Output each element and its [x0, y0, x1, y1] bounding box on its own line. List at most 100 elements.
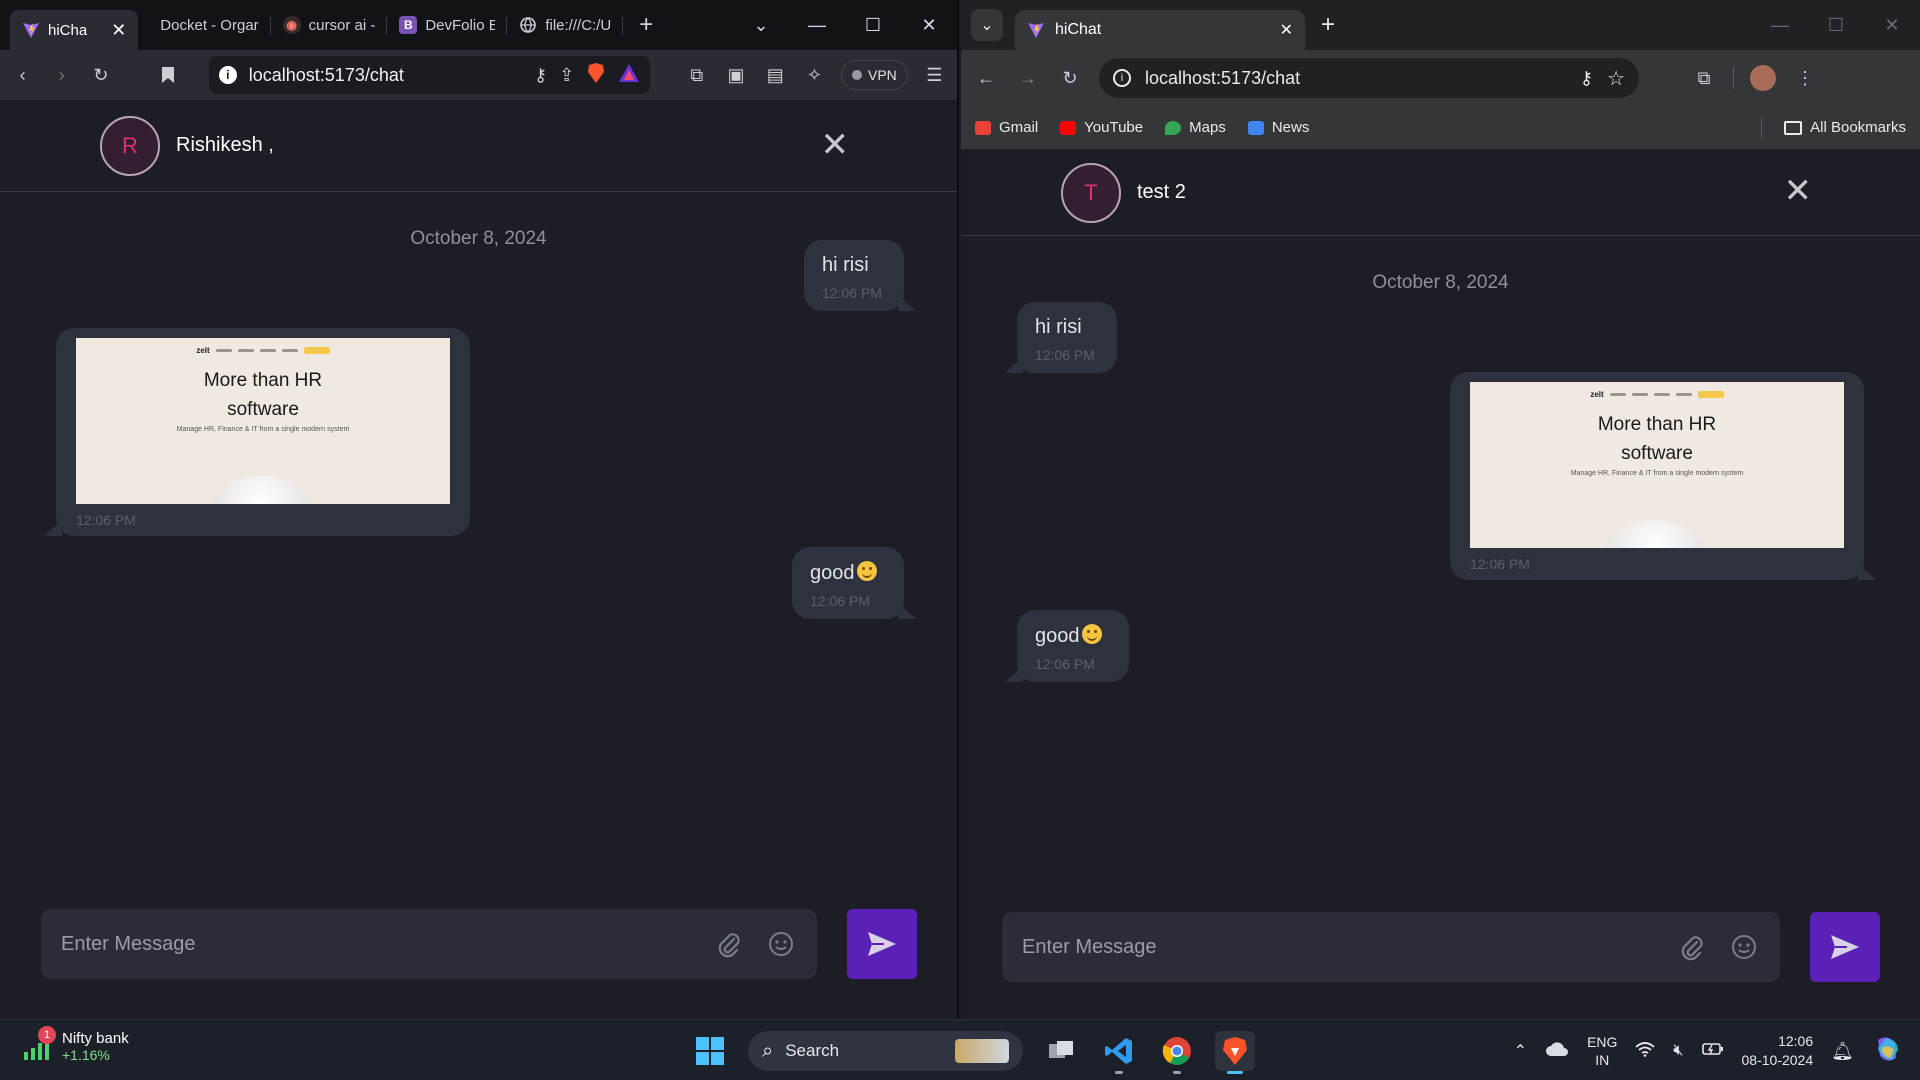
left-tab-strip: hiCha ✕ Docket - Orgar ◉ cursor ai - B D…: [0, 0, 957, 50]
star-bookmark-icon[interactable]: ☆: [1607, 66, 1625, 91]
preview-subline: Manage HR, Finance & IT from a single mo…: [1570, 470, 1744, 477]
attach-paperclip-icon[interactable]: [1676, 931, 1708, 963]
sidebar-icon[interactable]: ▣: [723, 62, 748, 88]
close-window-icon[interactable]: ✕: [901, 15, 957, 36]
send-button[interactable]: [1810, 912, 1880, 982]
close-chat-icon[interactable]: ✕: [1784, 174, 1813, 208]
close-window-icon[interactable]: ✕: [1864, 15, 1920, 36]
left-address-bar[interactable]: i localhost:5173/chat ⚷ ⇪: [208, 56, 651, 94]
taskbar-search[interactable]: ⌕ Search: [748, 1031, 1023, 1071]
preview-globe-graphic: [1600, 520, 1710, 548]
preview-headline: More than HR software: [1470, 410, 1844, 468]
url-text: localhost:5173/chat: [248, 64, 404, 85]
extensions-icon[interactable]: ⧉: [684, 62, 709, 88]
extensions-icon[interactable]: ⧉: [1691, 65, 1717, 91]
close-tab-icon[interactable]: ✕: [1280, 20, 1293, 40]
back-icon[interactable]: ‹: [10, 62, 35, 88]
left-tab-devfolio[interactable]: B DevFolio E: [387, 7, 508, 43]
brave-search-icon: ◉: [282, 16, 301, 34]
image-attachment[interactable]: zelt More than HR software Manage HR, Fi…: [1470, 382, 1844, 548]
minimize-icon[interactable]: —: [789, 15, 845, 36]
sticker-icon[interactable]: [765, 928, 797, 960]
leo-ai-icon[interactable]: ✧: [802, 62, 827, 88]
reload-icon[interactable]: ↻: [1057, 65, 1083, 91]
close-tab-icon[interactable]: ✕: [111, 20, 126, 41]
maximize-icon[interactable]: ☐: [845, 15, 901, 36]
left-tab-docket[interactable]: Docket - Orgar: [138, 7, 271, 43]
new-tab-icon[interactable]: +: [1321, 11, 1335, 39]
bookmark-gmail[interactable]: Gmail: [975, 119, 1038, 136]
image-attachment[interactable]: zelt More than HR software Manage HR, Fi…: [76, 338, 450, 504]
brave-icon[interactable]: [1215, 1031, 1255, 1074]
clock[interactable]: 12:06 08-10-2024: [1742, 1032, 1814, 1070]
site-info-icon[interactable]: i: [218, 66, 237, 84]
windows-start-icon[interactable]: [690, 1031, 730, 1071]
bookmark-news[interactable]: News: [1247, 119, 1309, 136]
running-indicator: [1115, 1071, 1123, 1074]
send-button[interactable]: [847, 909, 917, 979]
search-icon: ⌕: [762, 1039, 774, 1062]
stock-widget[interactable]: 1 Nifty bank +1.16%: [20, 1026, 129, 1064]
kebab-menu-icon[interactable]: ⋮: [1792, 65, 1818, 91]
copilot-icon[interactable]: [1872, 1034, 1902, 1069]
left-tab-hichat[interactable]: hiCha ✕: [10, 10, 139, 50]
show-hidden-icons-chevron-icon[interactable]: ⌃: [1514, 1041, 1527, 1061]
new-tab-icon[interactable]: +: [639, 11, 653, 39]
reload-icon[interactable]: ↻: [88, 62, 113, 88]
volume-muted-icon[interactable]: 🔇︎: [1673, 1042, 1683, 1060]
toolbar-divider: [1733, 67, 1734, 89]
tab-list-chevron-icon[interactable]: ⌄: [971, 9, 1003, 41]
message-input[interactable]: [61, 932, 693, 956]
vscode-icon[interactable]: [1099, 1031, 1139, 1074]
right-tab-hichat[interactable]: hiChat ✕: [1015, 10, 1305, 50]
message-time: 12:06 PM: [822, 285, 882, 301]
tab-search-chevron-icon[interactable]: ⌄: [733, 15, 789, 36]
brave-rewards-icon[interactable]: [618, 63, 640, 88]
composer: [1002, 912, 1880, 982]
language-indicator[interactable]: ENG IN: [1587, 1033, 1617, 1069]
message-text-content: good: [810, 562, 855, 584]
preview-headline-1: More than HR: [1597, 414, 1717, 435]
stock-chart-icon: 1: [20, 1026, 56, 1064]
right-address-bar[interactable]: i localhost:5173/chat ⚷ ☆: [1099, 58, 1639, 98]
forward-icon[interactable]: →: [1015, 65, 1041, 91]
chrome-icon[interactable]: [1157, 1031, 1197, 1074]
share-icon[interactable]: ⇪: [559, 65, 574, 86]
left-tab-cursor[interactable]: ◉ cursor ai -: [271, 7, 388, 43]
notifications-bell-icon[interactable]: 🔔︎: [1831, 1041, 1854, 1062]
sticker-icon[interactable]: [1728, 931, 1760, 963]
search-label: Search: [785, 1041, 840, 1060]
message-text-content: good: [1035, 625, 1080, 647]
close-chat-icon[interactable]: ✕: [821, 128, 850, 162]
minimize-icon[interactable]: —: [1752, 15, 1808, 36]
bookmark-maps[interactable]: Maps: [1165, 119, 1226, 136]
wallet-icon[interactable]: ▤: [763, 62, 788, 88]
right-tab-strip: ⌄ hiChat ✕ + — ☐ ✕: [961, 0, 1920, 50]
brave-shields-icon[interactable]: [586, 62, 606, 89]
menu-icon[interactable]: ☰: [922, 62, 947, 88]
message-bubble: hi risi 12:06 PM: [804, 240, 916, 311]
left-tab-file[interactable]: file:///C:/U: [507, 7, 624, 43]
clock-date: 08-10-2024: [1741, 1052, 1814, 1068]
all-bookmarks-label: All Bookmarks: [1810, 119, 1906, 136]
maximize-icon[interactable]: ☐: [1808, 15, 1864, 36]
password-key-icon[interactable]: ⚷: [534, 65, 547, 86]
back-icon[interactable]: ←: [973, 65, 999, 91]
vpn-button[interactable]: VPN: [840, 60, 908, 90]
battery-charging-icon[interactable]: [1701, 1042, 1724, 1061]
password-key-icon[interactable]: ⚷: [1580, 68, 1593, 89]
tab-label: DevFolio E: [425, 16, 496, 34]
onedrive-cloud-icon[interactable]: [1545, 1041, 1569, 1062]
forward-icon[interactable]: ›: [49, 62, 74, 88]
task-view-icon[interactable]: [1041, 1031, 1081, 1071]
attach-paperclip-icon[interactable]: [713, 928, 745, 960]
message-input[interactable]: [1022, 935, 1656, 959]
vite-logo-icon: [22, 21, 40, 39]
wifi-icon[interactable]: [1635, 1041, 1656, 1062]
profile-avatar[interactable]: [1750, 65, 1776, 91]
all-bookmarks-button[interactable]: All Bookmarks: [1784, 119, 1906, 136]
bookmark-youtube[interactable]: YouTube: [1060, 119, 1143, 136]
site-info-icon[interactable]: i: [1113, 69, 1131, 87]
bookmark-icon[interactable]: [156, 62, 181, 88]
avatar-initial: T: [1084, 179, 1098, 205]
